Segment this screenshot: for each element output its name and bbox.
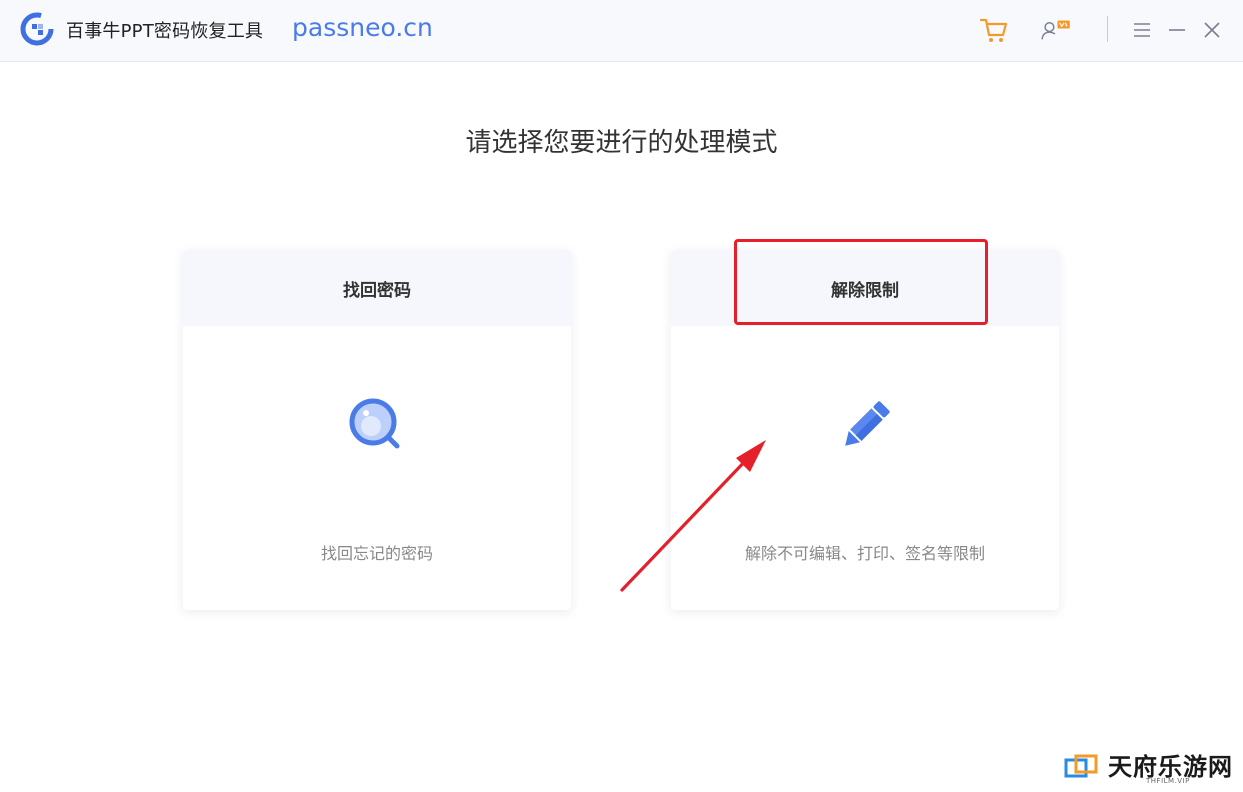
titlebar-separator [1107,16,1108,42]
remove-restrictions-card[interactable]: 解除限制 解除不可编辑、打印、签名等限制 [671,250,1059,610]
menu-icon[interactable] [1126,14,1158,46]
app-url[interactable]: passneo.cn [292,13,433,42]
user-vip-icon[interactable] [1040,14,1072,46]
cart-icon[interactable] [978,14,1010,46]
app-title: 百事牛PPT密码恢复工具 [66,21,264,42]
card-title: 找回密码 [183,250,571,326]
magnifier-icon [349,398,400,449]
title-bar: 百事牛PPT密码恢复工具 passneo.cn [0,0,1243,62]
page-title: 请选择您要进行的处理模式 [465,128,778,158]
card-description: 解除不可编辑、打印、签名等限制 [744,544,985,563]
card-title: 解除限制 [671,250,1059,326]
minimize-icon[interactable] [1161,14,1193,46]
app-logo-icon [20,12,54,46]
card-description: 找回忘记的密码 [320,544,433,563]
watermark-subtext: THFILM.VIP [1146,777,1190,785]
pencil-icon [845,401,890,446]
close-icon[interactable] [1196,14,1228,46]
recover-password-card[interactable]: 找回密码 找回忘记的密码 [183,250,571,610]
